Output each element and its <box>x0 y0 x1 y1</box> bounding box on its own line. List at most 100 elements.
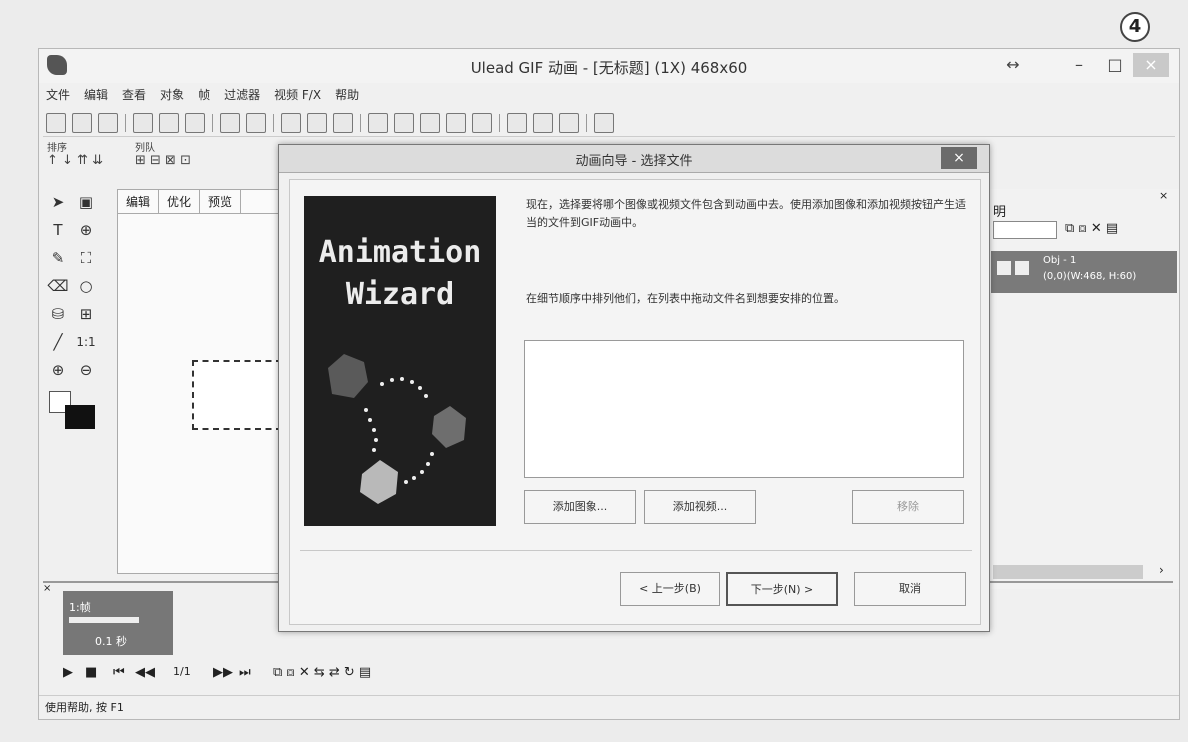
new-file-icon[interactable] <box>46 113 66 133</box>
arrange-toolbar: 排序 列队 ↑ ↓ ⇈ ⇊ ⊞ ⊟ ⊠ ⊡ <box>43 139 303 175</box>
undo-icon[interactable] <box>220 113 240 133</box>
prev-frame-icon[interactable]: ◀◀ <box>135 665 155 680</box>
cut-icon[interactable] <box>281 113 301 133</box>
crop-tool-icon[interactable] <box>420 113 440 133</box>
ordering-instruction-text: 在细节顺序中排列他们，在列表中拖动文件名到想要安排的位置。 <box>526 292 845 305</box>
paste-icon[interactable] <box>333 113 353 133</box>
redo-icon[interactable] <box>246 113 266 133</box>
wizard-title-line2: Wizard <box>345 277 455 312</box>
wizard-orbs-graphic <box>328 354 466 504</box>
object-thumb-icon <box>1015 261 1029 275</box>
toolbar-separator <box>586 114 587 132</box>
next-button[interactable]: 下一步(N) > <box>726 572 838 606</box>
frame-thumbnail[interactable]: 1:帧 0.1 秒 <box>63 591 173 655</box>
animation-wizard-dialog: 动画向导 - 选择文件 × Animation Wizard 现在，选择要将哪个… <box>278 144 990 632</box>
copy-icon[interactable] <box>307 113 327 133</box>
background-color-swatch[interactable] <box>65 405 95 429</box>
remove-button[interactable]: 移除 <box>852 490 964 524</box>
panel-actions-icon[interactable]: ⧉ ⧈ ✕ ▤ <box>1065 221 1118 236</box>
last-frame-icon[interactable]: ⏭ <box>239 665 251 680</box>
add-image-button[interactable]: 添加图象... <box>524 490 636 524</box>
export-icon[interactable] <box>533 113 553 133</box>
panel-close-icon[interactable]: × <box>1159 189 1168 202</box>
eraser-icon[interactable]: ⌫ <box>47 275 69 297</box>
add-video-icon[interactable] <box>159 113 179 133</box>
tab-edit[interactable]: 编辑 <box>118 190 160 214</box>
scroll-right-icon[interactable]: › <box>1159 563 1164 577</box>
banner-icon[interactable] <box>185 113 205 133</box>
text-icon[interactable]: T <box>47 219 69 241</box>
delete-icon[interactable] <box>446 113 466 133</box>
brush-icon[interactable]: ✎ <box>47 247 69 269</box>
frame-properties-icon[interactable] <box>368 113 388 133</box>
object-info: (0,0)(W:468, H:60) <box>1043 271 1137 282</box>
maximize-button[interactable]: □ <box>1097 53 1133 77</box>
menu-help[interactable]: 帮助 <box>328 83 366 107</box>
menu-object[interactable]: 对象 <box>153 83 191 107</box>
menu-file[interactable]: 文件 <box>39 83 77 107</box>
back-button[interactable]: < 上一步(B) <box>620 572 720 606</box>
arrange-buttons-icon[interactable]: ↑ ↓ ⇈ ⇊ <box>47 153 103 168</box>
tween-icon[interactable] <box>472 113 492 133</box>
frame-label: 1:帧 <box>69 601 91 614</box>
toolbar-separator <box>499 114 500 132</box>
lasso-icon[interactable]: ○ <box>75 275 97 297</box>
close-button[interactable]: × <box>1133 53 1169 77</box>
horizontal-scrollbar[interactable] <box>993 565 1143 579</box>
menu-video-fx[interactable]: 视频 F/X <box>267 83 328 107</box>
align-buttons-icon[interactable]: ⊞ ⊟ ⊠ ⊡ <box>135 153 191 168</box>
toolbar-separator <box>212 114 213 132</box>
stop-icon[interactable]: ■ <box>85 665 97 680</box>
eyedropper-icon[interactable]: ╱ <box>47 331 69 353</box>
context-help-icon[interactable] <box>594 113 614 133</box>
fill-icon[interactable]: ⛁ <box>47 303 69 325</box>
menu-view[interactable]: 查看 <box>115 83 153 107</box>
menu-edit[interactable]: 编辑 <box>77 83 115 107</box>
zoom-out-icon[interactable]: ⊖ <box>75 359 97 381</box>
visibility-icon[interactable] <box>997 261 1011 275</box>
cancel-button[interactable]: 取消 <box>854 572 966 606</box>
add-image-icon[interactable] <box>133 113 153 133</box>
crop-icon[interactable]: ⛶ <box>75 247 97 269</box>
zoom-in-icon[interactable]: ⊕ <box>47 359 69 381</box>
work-area: 编辑 优化 预览 <box>117 189 288 574</box>
optimize-icon[interactable] <box>394 113 414 133</box>
panel-close-icon[interactable]: × <box>43 583 51 594</box>
wizard-banner-text: Animation Wizard <box>304 232 496 316</box>
tab-preview[interactable]: 预览 <box>200 190 242 214</box>
step-number-badge: 4 <box>1120 12 1150 42</box>
menu-frame[interactable]: 帧 <box>191 83 217 107</box>
instruction-text: 现在，选择要将哪个图像或视频文件包含到动画中去。使用添加图像和添加视频按钮产生适… <box>526 198 966 229</box>
actual-size-icon[interactable]: 1:1 <box>75 331 97 353</box>
menu-filter[interactable]: 过滤器 <box>217 83 267 107</box>
file-list[interactable] <box>524 340 964 478</box>
next-frame-icon[interactable]: ▶▶ <box>213 665 233 680</box>
toolbar-separator <box>273 114 274 132</box>
add-video-button[interactable]: 添加视频... <box>644 490 756 524</box>
transform-icon[interactable]: ⊕ <box>75 219 97 241</box>
arrow-pointer-icon[interactable]: ➤ <box>47 191 69 213</box>
frame-delay: 0.1 秒 <box>95 635 127 648</box>
first-frame-icon[interactable]: ⏮ <box>113 665 125 680</box>
open-file-icon[interactable] <box>72 113 92 133</box>
toolbar-separator <box>360 114 361 132</box>
minimize-button[interactable]: – <box>1061 53 1097 77</box>
save-icon[interactable] <box>98 113 118 133</box>
object-name: Obj - 1 <box>1043 255 1077 266</box>
main-toolbar <box>43 109 1175 137</box>
restore-arrows-icon[interactable]: ↔ <box>995 53 1031 77</box>
dialog-close-button[interactable]: × <box>941 147 977 169</box>
panel-dropdown[interactable] <box>993 221 1057 239</box>
title-bar: Ulead GIF 动画 - [无标题] (1X) 468x60 ↔ – □ × <box>39 49 1179 83</box>
object-row[interactable]: Obj - 1 (0,0)(W:468, H:60) <box>991 251 1177 293</box>
tab-optimize[interactable]: 优化 <box>159 190 201 214</box>
marquee-icon[interactable]: ▣ <box>75 191 97 213</box>
zoom-icon[interactable] <box>559 113 579 133</box>
play-icon[interactable]: ▶ <box>63 665 73 680</box>
grid-icon[interactable]: ⊞ <box>75 303 97 325</box>
wizard-title-line1: Animation <box>318 235 482 270</box>
object-manager-panel: 明 × ⧉ ⧈ ✕ ▤ Obj - 1 (0,0)(W:468, H:60) › <box>989 189 1179 589</box>
frame-tools-icon[interactable]: ⧉ ⧈ ✕ ⇆ ⇄ ↻ ▤ <box>273 665 371 680</box>
canvas-object[interactable] <box>192 360 282 430</box>
browser-preview-icon[interactable] <box>507 113 527 133</box>
